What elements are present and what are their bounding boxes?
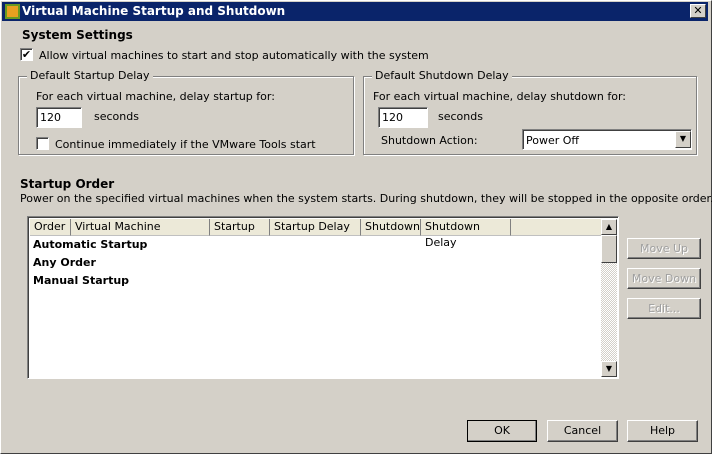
table-row[interactable]: Any Order [33,256,96,269]
startup-unit: seconds [94,110,139,123]
vmware-logo-icon [5,4,20,19]
column-header-virtual-machine[interactable]: Virtual Machine [71,219,210,236]
ok-button[interactable]: OK [467,420,537,442]
column-header-shutdown-delay[interactable]: Shutdown Delay [421,219,511,249]
startup-order-table: Order Virtual Machine Startup Startup De… [27,216,619,379]
shutdown-action-label: Shutdown Action: [381,134,478,147]
shutdown-delay-legend: Default Shutdown Delay [372,69,512,82]
column-header-order[interactable]: Order [30,219,71,236]
edit-button[interactable]: Edit... [627,298,701,319]
allow-auto-checkbox[interactable]: ✔ [20,48,33,61]
table-row[interactable]: Manual Startup [33,274,129,287]
column-header-filler [511,219,601,236]
column-header-startup-delay[interactable]: Startup Delay [270,219,361,236]
scroll-down-icon[interactable]: ▼ [601,361,617,377]
close-button[interactable]: ✕ [690,4,706,18]
startup-delay-legend: Default Startup Delay [27,69,153,82]
column-header-shutdown[interactable]: Shutdown [361,219,421,236]
vertical-scrollbar[interactable]: ▲ ▼ [601,219,617,377]
help-button[interactable]: Help [627,420,698,442]
table-row[interactable]: Automatic Startup [33,238,147,251]
startup-order-description: Power on the specified virtual machines … [20,192,712,205]
chevron-down-icon[interactable]: ▼ [675,131,691,148]
startup-order-heading: Startup Order [20,177,115,191]
shutdown-prompt: For each virtual machine, delay shutdown… [373,90,626,103]
move-down-button[interactable]: Move Down [627,268,701,289]
startup-delay-input[interactable]: 120 [36,107,82,128]
continue-tools-checkbox[interactable] [36,137,49,150]
shutdown-unit: seconds [438,110,483,123]
scroll-up-icon[interactable]: ▲ [601,219,617,235]
cancel-button[interactable]: Cancel [547,420,618,442]
window-title: Virtual Machine Startup and Shutdown [22,4,286,18]
shutdown-delay-input[interactable]: 120 [378,107,428,128]
title-bar: Virtual Machine Startup and Shutdown ✕ [2,2,708,21]
shutdown-action-value: Power Off [526,134,579,147]
move-up-button[interactable]: Move Up [627,238,701,259]
shutdown-action-select[interactable]: Power Off ▼ [522,129,692,150]
allow-auto-label: Allow virtual machines to start and stop… [39,49,429,62]
continue-tools-label: Continue immediately if the VMware Tools… [55,138,316,151]
scrollbar-thumb[interactable] [601,235,617,263]
system-settings-heading: System Settings [22,28,133,42]
column-header-startup[interactable]: Startup [210,219,270,236]
startup-prompt: For each virtual machine, delay startup … [36,90,275,103]
